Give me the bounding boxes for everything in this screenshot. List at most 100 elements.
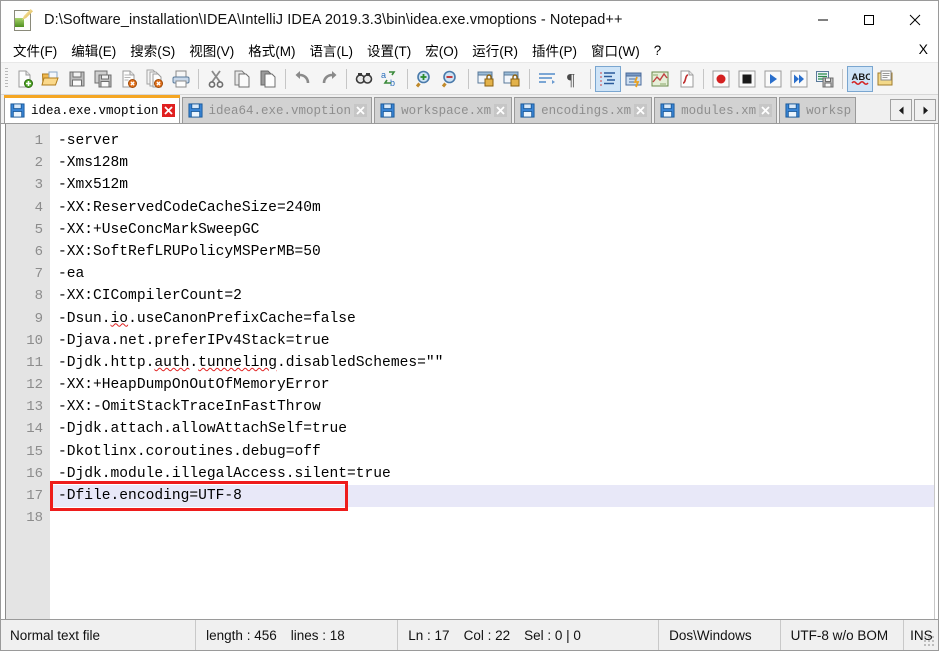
menu-help[interactable]: ?	[647, 41, 669, 61]
close-all-files-icon[interactable]	[142, 66, 168, 92]
code-line[interactable]: -Dkotlinx.coroutines.debug=off	[50, 441, 934, 463]
copy-icon[interactable]	[229, 66, 255, 92]
code-line[interactable]: -Dsun.io.useCanonPrefixCache=false	[50, 308, 934, 330]
open-file-icon[interactable]	[38, 66, 64, 92]
tab-label: modules.xm	[681, 103, 757, 118]
zoom-in-icon[interactable]	[412, 66, 438, 92]
tab-workspace-xml[interactable]: workspace.xm	[374, 97, 513, 123]
toolbar-separator	[529, 68, 530, 89]
menu-language[interactable]: 语言(L)	[303, 38, 361, 63]
code-text-area[interactable]: -server -Xms128m -Xmx512m -XX:ReservedCo…	[50, 124, 934, 619]
user-defined-language-icon[interactable]	[621, 66, 647, 92]
tab-label: idea64.exe.vmoption	[208, 103, 352, 118]
line-number: 18	[26, 510, 43, 527]
code-line[interactable]: -Xms128m	[50, 152, 934, 174]
menu-window[interactable]: 窗口(W)	[584, 38, 647, 63]
sync-vertical-scroll-icon[interactable]	[473, 66, 499, 92]
line-number: 1	[34, 133, 43, 149]
code-line[interactable]: -Xmx512m	[50, 174, 934, 196]
tab-encodings-xml[interactable]: encodings.xm	[514, 97, 653, 123]
editor-area: 1 2 3 4 5 6 7 8 9 10 11 12 13 14 15 16 1…	[1, 124, 938, 620]
indent-guide-icon[interactable]	[595, 65, 621, 92]
resize-grip[interactable]	[923, 635, 935, 647]
line-number: 13	[26, 399, 43, 416]
line-number: 14	[26, 421, 43, 438]
undo-icon[interactable]	[290, 66, 316, 92]
code-line[interactable]: -XX:SoftRefLRUPolicyMSPerMB=50	[50, 241, 934, 263]
tab-workspace-2[interactable]: worksp	[779, 97, 857, 123]
code-line[interactable]: -XX:ReservedCodeCacheSize=240m	[50, 197, 934, 219]
tab-close-icon[interactable]	[494, 104, 508, 117]
code-line[interactable]: -Djdk.module.illegalAccess.silent=true	[50, 463, 934, 485]
code-line[interactable]: -Djdk.http.auth.tunneling.disabledScheme…	[50, 352, 934, 374]
code-line[interactable]	[50, 507, 934, 529]
spell-check-icon[interactable]: ABC	[847, 65, 873, 92]
notepadpp-window: D:\Software_installation\IDEA\IntelliJ I…	[0, 0, 939, 651]
code-line[interactable]: -server	[50, 130, 934, 152]
file-disk-icon	[660, 103, 675, 118]
menu-run[interactable]: 运行(R)	[465, 38, 525, 63]
minimize-button[interactable]	[800, 1, 846, 39]
menu-settings[interactable]: 设置(T)	[360, 38, 418, 63]
window-title: D:\Software_installation\IDEA\IntelliJ I…	[44, 12, 623, 28]
redo-icon[interactable]	[316, 66, 342, 92]
close-button[interactable]	[892, 1, 938, 39]
print-icon[interactable]	[168, 66, 194, 92]
find-icon[interactable]	[351, 66, 377, 92]
record-macro-icon[interactable]	[708, 66, 734, 92]
menu-view[interactable]: 视图(V)	[182, 38, 241, 63]
line-number: 5	[34, 221, 43, 238]
file-disk-icon	[380, 103, 395, 118]
sync-horizontal-scroll-icon[interactable]	[499, 66, 525, 92]
document-list-icon[interactable]	[873, 66, 899, 92]
tab-close-icon[interactable]	[759, 104, 773, 117]
maximize-button[interactable]	[846, 1, 892, 39]
tab-close-icon[interactable]	[354, 104, 368, 117]
menu-edit[interactable]: 编辑(E)	[64, 38, 123, 63]
close-document-button[interactable]: X	[919, 41, 928, 57]
code-line[interactable]: -Djava.net.preferIPv4Stack=true	[50, 330, 934, 352]
menu-file[interactable]: 文件(F)	[6, 38, 64, 63]
document-map-icon[interactable]	[647, 66, 673, 92]
save-icon[interactable]	[64, 66, 90, 92]
save-macro-icon[interactable]	[812, 66, 838, 92]
play-macro-icon[interactable]	[760, 66, 786, 92]
stop-recording-icon[interactable]	[734, 66, 760, 92]
menu-format[interactable]: 格式(M)	[241, 38, 302, 63]
code-line[interactable]: -XX:-OmitStackTraceInFastThrow	[50, 396, 934, 418]
tab-close-icon[interactable]	[161, 104, 175, 117]
tab-scroll-left-button[interactable]	[890, 99, 912, 121]
zoom-out-icon[interactable]	[438, 66, 464, 92]
tab-scroll-right-button[interactable]	[914, 99, 936, 121]
replace-icon[interactable]: a b	[377, 66, 403, 92]
document-tab-bar: idea.exe.vmoption idea64.exe.vmoption wo…	[1, 95, 938, 124]
tab-idea-exe-vmoptions[interactable]: idea.exe.vmoption	[4, 95, 180, 123]
word-wrap-icon[interactable]	[534, 66, 560, 92]
svg-text:a: a	[381, 70, 386, 80]
cut-icon[interactable]	[203, 66, 229, 92]
tab-label: idea.exe.vmoption	[31, 103, 159, 118]
paste-icon[interactable]	[255, 66, 281, 92]
tab-modules-xml[interactable]: modules.xm	[654, 97, 778, 123]
menu-macro[interactable]: 宏(O)	[418, 38, 465, 63]
tab-idea64-exe-vmoptions[interactable]: idea64.exe.vmoption	[181, 97, 373, 123]
code-line[interactable]: -Dfile.encoding=UTF-8	[50, 485, 934, 508]
function-list-icon[interactable]	[673, 66, 699, 92]
code-line[interactable]: -ea	[50, 263, 934, 285]
menu-plugins[interactable]: 插件(P)	[525, 38, 584, 63]
show-all-characters-icon[interactable]: ¶	[560, 66, 586, 92]
code-line[interactable]: -XX:+UseConcMarkSweepGC	[50, 219, 934, 241]
code-line[interactable]: -Djdk.attach.allowAttachSelf=true	[50, 418, 934, 440]
new-file-icon[interactable]	[12, 66, 38, 92]
save-all-icon[interactable]	[90, 66, 116, 92]
code-line[interactable]: -XX:CICompilerCount=2	[50, 285, 934, 307]
menu-search[interactable]: 搜索(S)	[123, 38, 182, 63]
tab-close-icon[interactable]	[634, 104, 648, 117]
code-line[interactable]: -XX:+HeapDumpOnOutOfMemoryError	[50, 374, 934, 396]
tab-label: encodings.xm	[541, 103, 632, 118]
toolbar-grip[interactable]	[5, 68, 8, 89]
play-macro-multiple-icon[interactable]	[786, 66, 812, 92]
editor-right-margin	[934, 124, 938, 619]
notepad-plus-plus-icon	[13, 9, 35, 31]
close-file-icon[interactable]	[116, 66, 142, 92]
